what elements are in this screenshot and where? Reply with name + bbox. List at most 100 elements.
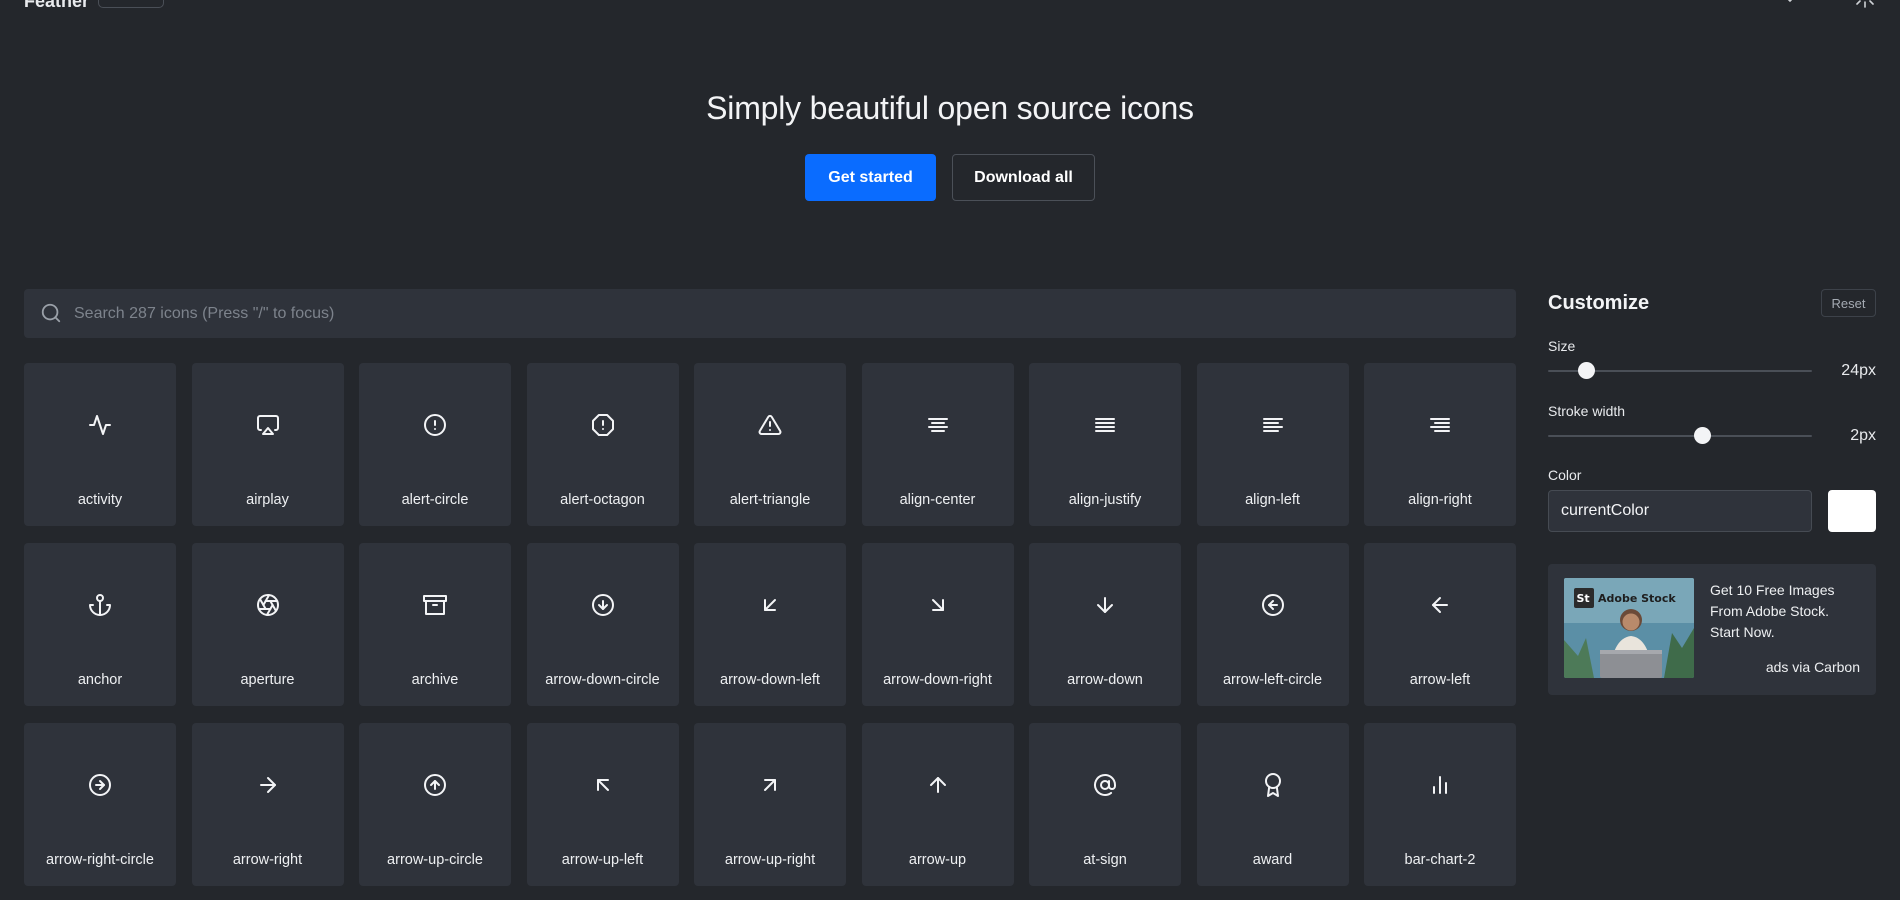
icon-tile-arrow-down-left[interactable]: arrow-down-left [694, 543, 846, 706]
aperture-icon [256, 594, 279, 616]
top-bar: Feather [0, 0, 1900, 14]
icon-label: award [1252, 852, 1293, 868]
customize-title: Customize [1548, 292, 1650, 314]
carbon-ad[interactable]: St Adobe Stock Get 10 Free Images From A… [1548, 564, 1876, 695]
sun-icon[interactable] [1856, 0, 1874, 8]
arrow-left-circle-icon [1261, 594, 1284, 616]
arrow-down-right-icon [931, 599, 944, 611]
icon-tile-anchor[interactable]: anchor [24, 543, 176, 706]
search-icon [41, 303, 61, 323]
icon-tile-arrow-down[interactable]: arrow-down [1029, 543, 1181, 706]
icon-tile-alert-circle[interactable]: alert-circle [359, 363, 511, 526]
icon-tile-align-center[interactable]: align-center [861, 363, 1014, 526]
award-icon [1264, 773, 1281, 797]
icon-tile-activity[interactable]: activity [24, 363, 176, 526]
at-sign-icon [1094, 774, 1116, 796]
hero-title: Simply beautiful open source icons [706, 90, 1194, 126]
icon-tile-align-left[interactable]: align-left [1196, 363, 1349, 526]
icon-label: airplay [246, 492, 289, 508]
size-value: 24px [1841, 362, 1876, 379]
icon-tile-alert-triangle[interactable]: alert-triangle [694, 363, 846, 526]
icon-tile-airplay[interactable]: airplay [191, 363, 344, 526]
size-slider[interactable] [1548, 362, 1812, 379]
icon-tile-award[interactable]: award [1196, 723, 1349, 886]
size-slider-thumb[interactable] [1577, 362, 1595, 379]
icon-tile-arrow-left-circle[interactable]: arrow-left-circle [1196, 543, 1349, 706]
arrow-down-icon [1097, 597, 1113, 613]
icon-label: arrow-right [232, 852, 303, 868]
icon-tile-aperture[interactable]: aperture [191, 543, 344, 706]
arrow-down-circle-icon [591, 594, 614, 616]
icon-tile-arrow-right-circle[interactable]: arrow-right-circle [24, 723, 176, 886]
arrow-right-circle-icon [89, 774, 111, 796]
align-right-icon [1430, 418, 1450, 432]
icon-label: arrow-left [1409, 672, 1471, 688]
arrow-up-right-icon [764, 779, 776, 791]
arrow-down-left-icon [764, 599, 776, 611]
ad-text[interactable]: Get 10 Free Images From Adobe Stock. Sta… [1710, 580, 1860, 643]
icon-tile-align-justify[interactable]: align-justify [1029, 363, 1181, 526]
icon-label: arrow-down-circle [545, 672, 660, 688]
reset-button[interactable]: Reset [1821, 289, 1876, 317]
alert-triangle-icon [758, 414, 782, 435]
icon-label: arrow-down [1067, 672, 1143, 688]
icon-label: archive [411, 672, 459, 688]
ad-image[interactable]: St Adobe Stock [1564, 578, 1694, 678]
arrow-up-icon [929, 777, 946, 793]
icon-tile-bar-chart-2[interactable]: bar-chart-2 [1364, 723, 1516, 886]
icon-label: activity [77, 492, 123, 508]
icon-tile-arrow-down-circle[interactable]: arrow-down-circle [526, 543, 679, 706]
icon-label: arrow-left-circle [1222, 672, 1323, 688]
icon-label: align-center [899, 492, 976, 508]
icon-tile-arrow-up-left[interactable]: arrow-up-left [526, 723, 679, 886]
icon-label: alert-circle [401, 492, 469, 508]
airplay-icon [256, 415, 279, 435]
alert-circle-icon [424, 414, 446, 436]
color-swatch[interactable] [1828, 490, 1876, 532]
icon-label: aperture [240, 672, 295, 688]
get-started-button[interactable]: Get started [805, 154, 936, 201]
color-input[interactable] [1548, 490, 1812, 532]
stroke-width-slider-thumb[interactable] [1693, 427, 1711, 444]
icon-label: align-justify [1068, 492, 1142, 508]
icon-label: arrow-down-right [883, 672, 992, 688]
icon-label: alert-octagon [560, 492, 645, 508]
icon-tile-align-right[interactable]: align-right [1364, 363, 1516, 526]
arrow-left-icon [1432, 597, 1448, 613]
icon-tile-arrow-up-circle[interactable]: arrow-up-circle [359, 723, 511, 886]
icon-label: arrow-down-left [720, 672, 820, 688]
ad-credit[interactable]: ads via Carbon [1766, 659, 1860, 675]
search-bar[interactable] [24, 289, 1516, 338]
icon-tile-arrow-down-right[interactable]: arrow-down-right [861, 543, 1014, 706]
size-label: Size [1548, 338, 1576, 354]
logo[interactable]: Feather [24, 0, 89, 12]
align-center-icon [927, 418, 948, 432]
search-input[interactable] [74, 289, 1494, 338]
align-left-icon [1262, 418, 1283, 432]
download-all-button[interactable]: Download all [952, 154, 1095, 201]
arrow-right-icon [259, 777, 276, 793]
icon-tile-arrow-up-right[interactable]: arrow-up-right [694, 723, 846, 886]
icon-tile-alert-octagon[interactable]: alert-octagon [526, 363, 679, 526]
activity-icon [89, 415, 111, 435]
archive-icon [423, 595, 447, 615]
version-selector[interactable] [98, 0, 164, 8]
icon-tile-arrow-up[interactable]: arrow-up [861, 723, 1014, 886]
icon-label: anchor [77, 672, 123, 688]
icon-label: arrow-up-circle [387, 852, 483, 868]
icon-tile-archive[interactable]: archive [359, 543, 511, 706]
alert-octagon-icon [591, 414, 614, 436]
github-icon[interactable] [1784, 0, 1796, 4]
icon-tile-arrow-right[interactable]: arrow-right [191, 723, 344, 886]
icon-label: arrow-up-right [724, 852, 816, 868]
icon-tile-arrow-left[interactable]: arrow-left [1364, 543, 1516, 706]
icon-label: arrow-right-circle [46, 852, 154, 868]
stroke-width-value: 2px [1850, 427, 1876, 444]
stroke-width-slider[interactable] [1548, 427, 1812, 444]
icon-tile-at-sign[interactable]: at-sign [1029, 723, 1181, 886]
ad-brand-badge: St [1577, 592, 1590, 605]
icon-label: at-sign [1083, 852, 1127, 868]
stroke-width-label: Stroke width [1548, 403, 1626, 419]
icon-label: bar-chart-2 [1404, 852, 1476, 868]
align-justify-icon [1095, 418, 1115, 432]
